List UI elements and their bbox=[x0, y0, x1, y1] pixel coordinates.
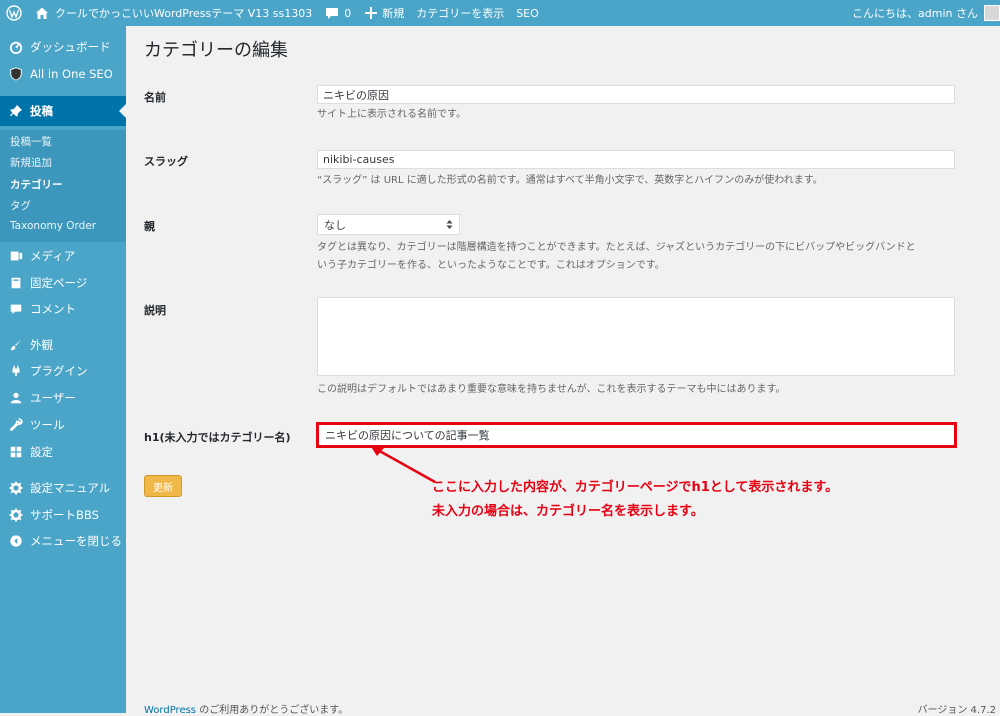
menu-label: メディア bbox=[30, 249, 76, 263]
admin-bar: クールでかっこいいWordPressテーマ V13 ss1303 0 新規 カテ… bbox=[0, 0, 1000, 26]
description-label: 説明 bbox=[144, 304, 166, 317]
menu-label: サポートBBS bbox=[30, 508, 99, 522]
view-category-link[interactable]: カテゴリーを表示 bbox=[410, 0, 510, 26]
menu-dashboard[interactable]: ダッシュボード bbox=[0, 36, 126, 58]
description-help: この説明はデフォルトではあまり重要な意味を持ちませんが、これを表示するテーマも中… bbox=[317, 384, 786, 395]
wrench-icon bbox=[8, 417, 24, 433]
menu-label: コメント bbox=[30, 302, 76, 316]
menu-comments[interactable]: コメント bbox=[0, 298, 126, 320]
parent-description: タグとは異なり、カテゴリーは階層構造を持つことができます。たとえば、ジャズという… bbox=[317, 239, 977, 275]
home-icon bbox=[36, 7, 48, 19]
slug-label: スラッグ bbox=[144, 155, 188, 168]
parent-select[interactable]: なし bbox=[317, 214, 460, 235]
avatar bbox=[984, 5, 1000, 21]
menu-label: 固定ページ bbox=[30, 276, 88, 290]
page-icon bbox=[8, 275, 24, 291]
parent-selected-value: なし bbox=[324, 218, 346, 232]
menu-label: メニューを閉じる bbox=[30, 534, 122, 548]
menu-label: 投稿 bbox=[30, 104, 53, 118]
menu-manual[interactable]: 設定マニュアル bbox=[0, 477, 126, 499]
menu-label: ユーザー bbox=[30, 391, 76, 405]
dashboard-icon bbox=[8, 39, 24, 55]
comments-count: 0 bbox=[344, 6, 352, 20]
brush-icon bbox=[8, 337, 24, 353]
new-label: 新規 bbox=[382, 7, 405, 20]
wordpress-link[interactable]: WordPress bbox=[144, 705, 196, 716]
menu-label: プラグイン bbox=[30, 364, 88, 378]
menu-label: All in One SEO bbox=[30, 67, 113, 81]
menu-label: ツール bbox=[30, 418, 65, 432]
menu-label: 設定マニュアル bbox=[30, 481, 111, 495]
menu-users[interactable]: ユーザー bbox=[0, 387, 126, 409]
menu-pages[interactable]: 固定ページ bbox=[0, 272, 126, 294]
name-label: 名前 bbox=[144, 91, 166, 104]
slug-description: “スラッグ” は URL に適した形式の名前です。通常はすべて半角小文字で、英数… bbox=[317, 175, 823, 186]
menu-media[interactable]: メディア bbox=[0, 245, 126, 267]
menu-settings[interactable]: 設定 bbox=[0, 441, 126, 463]
collapse-arrow-icon bbox=[8, 533, 24, 549]
parent-description-line-1: タグとは異なり、カテゴリーは階層構造を持つことができます。たとえば、ジャズという… bbox=[317, 242, 916, 253]
menu-collapse[interactable]: メニューを閉じる bbox=[0, 530, 126, 552]
name-description: サイト上に表示される名前です。 bbox=[317, 109, 466, 120]
settings-grid-icon bbox=[8, 444, 24, 460]
greeting-text: こんにちは、admin さん bbox=[852, 7, 978, 20]
seo-link[interactable]: SEO bbox=[510, 0, 545, 26]
footer-version: バージョン 4.7.2 bbox=[917, 705, 996, 716]
update-button[interactable]: 更新 bbox=[144, 475, 182, 497]
pushpin-icon bbox=[8, 103, 24, 119]
user-greeting[interactable]: こんにちは、admin さん bbox=[846, 0, 1000, 26]
submenu-taxonomy-order[interactable]: Taxonomy Order bbox=[10, 220, 96, 232]
menu-label: ダッシュボード bbox=[30, 40, 111, 54]
site-name: クールでかっこいいWordPressテーマ V13 ss1303 bbox=[55, 7, 313, 20]
wordpress-logo-icon bbox=[6, 5, 22, 21]
current-indicator bbox=[119, 104, 126, 118]
comment-bubble-icon bbox=[326, 8, 339, 19]
menu-label: 設定 bbox=[30, 445, 53, 459]
submenu-categories[interactable]: カテゴリー bbox=[10, 177, 63, 192]
shield-icon bbox=[8, 66, 24, 82]
plugin-icon bbox=[8, 363, 24, 379]
page-title: カテゴリーの編集 bbox=[144, 40, 288, 61]
name-input[interactable] bbox=[317, 85, 955, 104]
comments-link[interactable]: 0 bbox=[318, 0, 357, 26]
plus-icon bbox=[365, 7, 378, 19]
site-name-link[interactable]: クールでかっこいいWordPressテーマ V13 ss1303 bbox=[28, 0, 318, 26]
parent-label: 親 bbox=[144, 220, 155, 233]
footer-thanks: WordPress のご利用ありがとうございます。 bbox=[144, 701, 348, 716]
gear-icon bbox=[8, 480, 24, 496]
gear-icon bbox=[8, 507, 24, 523]
slug-input[interactable] bbox=[317, 150, 955, 169]
annotation-line-2: 未入力の場合は、カテゴリー名を表示します。 bbox=[432, 504, 704, 519]
menu-support[interactable]: サポートBBS bbox=[0, 504, 126, 526]
user-icon bbox=[8, 390, 24, 406]
new-content-link[interactable]: 新規 bbox=[357, 0, 410, 26]
menu-appearance[interactable]: 外観 bbox=[0, 334, 126, 356]
comment-icon bbox=[8, 301, 24, 317]
h1-label: h1(未入力ではカテゴリー名) bbox=[144, 431, 291, 444]
menu-tools[interactable]: ツール bbox=[0, 414, 126, 436]
wordpress-logo-button[interactable] bbox=[0, 0, 28, 26]
description-textarea[interactable] bbox=[317, 297, 955, 376]
select-updown-icon bbox=[446, 220, 453, 229]
menu-posts[interactable]: 投稿 bbox=[0, 96, 126, 126]
submenu-add-new[interactable]: 新規追加 bbox=[10, 155, 52, 170]
annotation-line-1: ここに入力した内容が、カテゴリーページでh1として表示されます。 bbox=[432, 480, 839, 495]
admin-sidebar: ダッシュボード All in One SEO 投稿 投稿一覧 新規追加 カテゴリ… bbox=[0, 26, 126, 713]
menu-plugins[interactable]: プラグイン bbox=[0, 360, 126, 382]
menu-label: 外観 bbox=[30, 338, 53, 352]
media-icon bbox=[8, 248, 24, 264]
footer-thanks-text: のご利用ありがとうございます。 bbox=[196, 705, 349, 716]
submenu-tags[interactable]: タグ bbox=[10, 198, 31, 213]
menu-aioseo[interactable]: All in One SEO bbox=[0, 63, 126, 85]
submenu-all-posts[interactable]: 投稿一覧 bbox=[10, 134, 52, 149]
annotation-arrow-icon bbox=[370, 445, 436, 484]
parent-description-line-2: いう子カテゴリーを作る、といったようなことです。これはオプションです。 bbox=[317, 260, 665, 271]
